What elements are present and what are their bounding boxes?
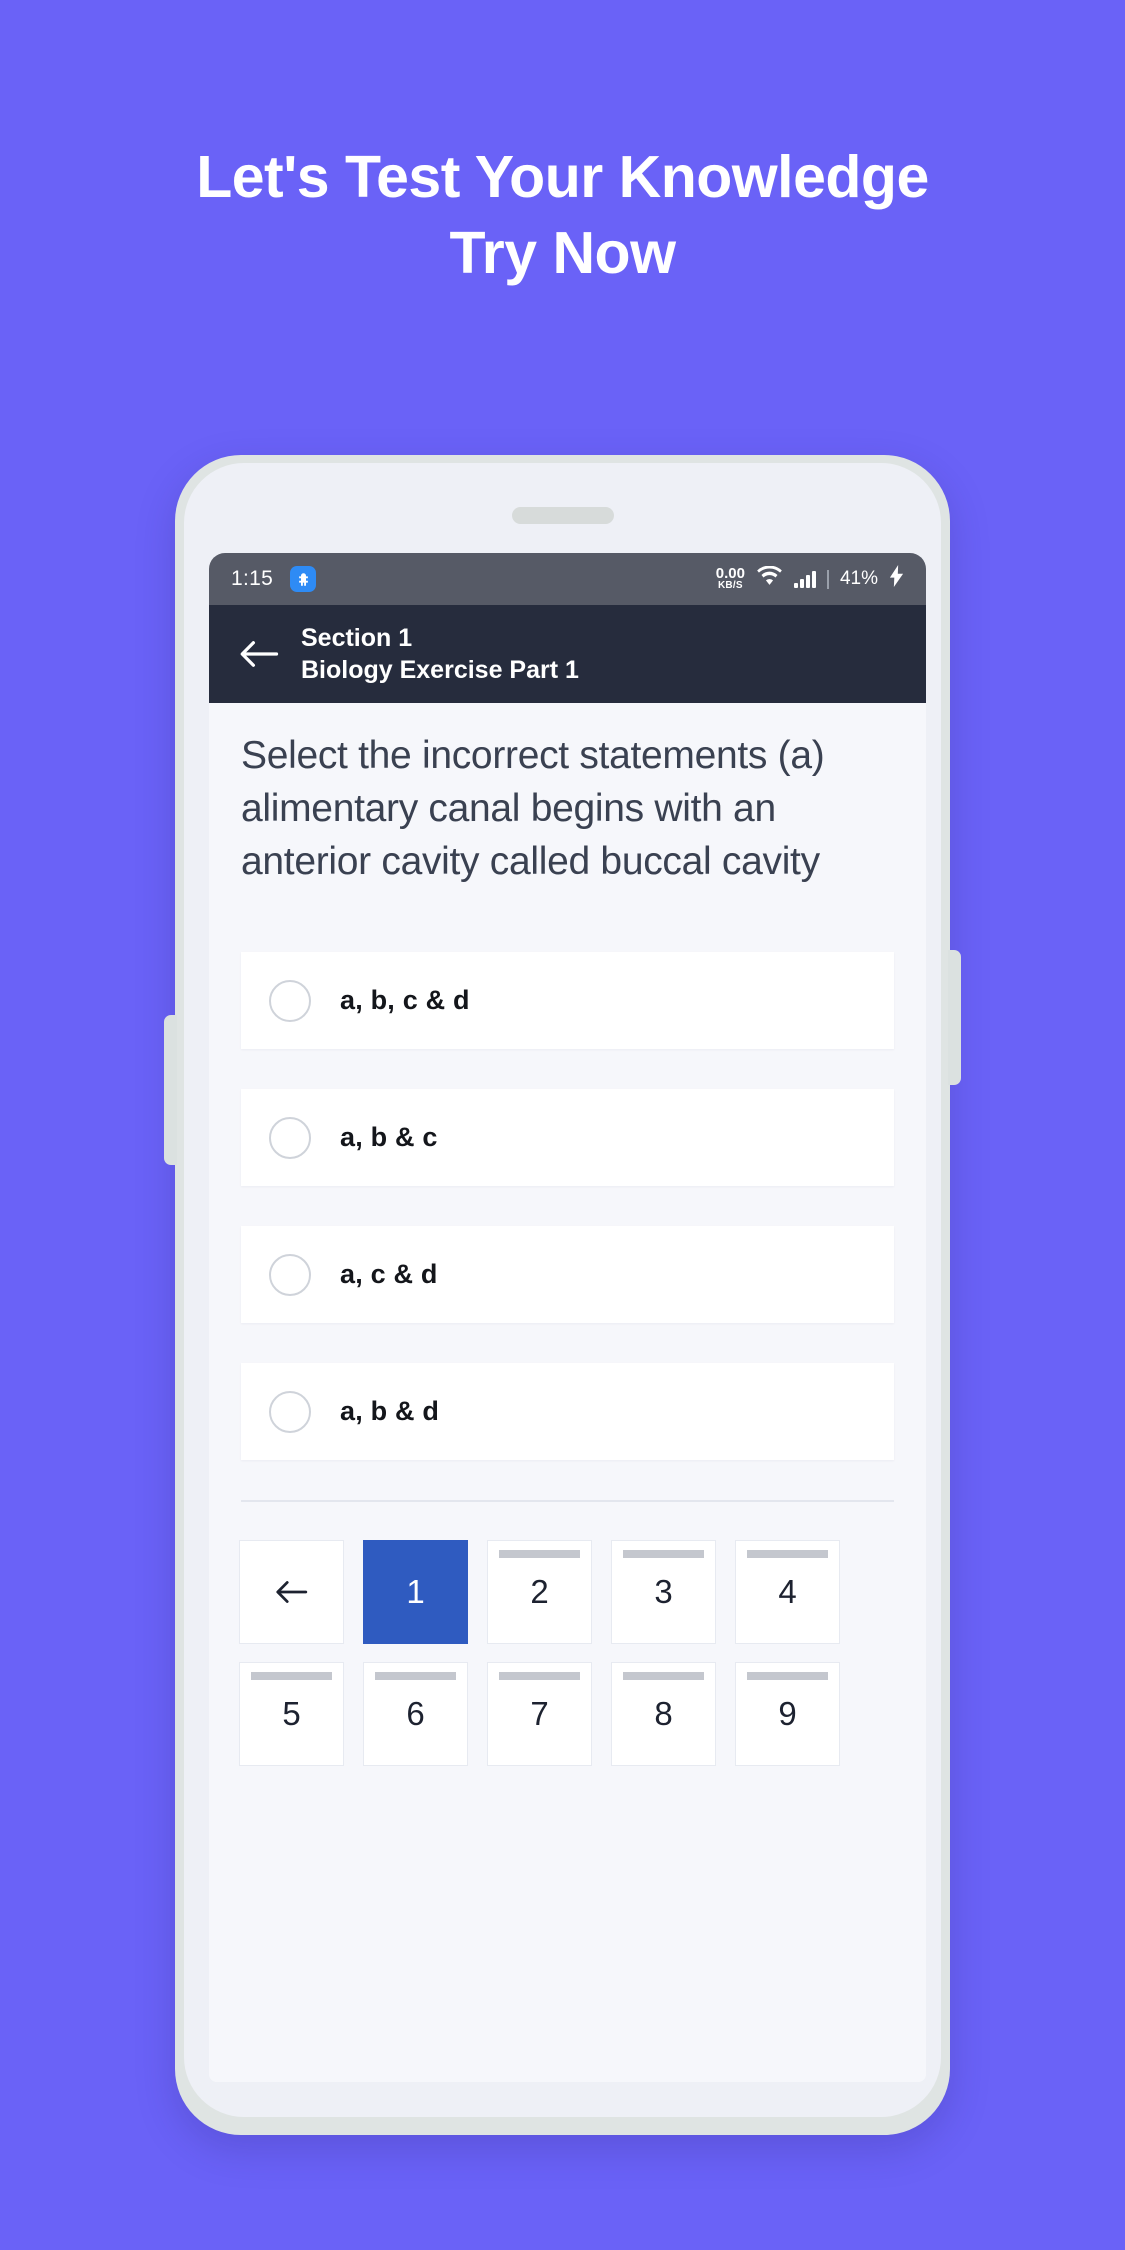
- pagination-page-6[interactable]: 6: [363, 1662, 468, 1767]
- pagination-page-3[interactable]: 3: [611, 1540, 716, 1645]
- pagination-page-5[interactable]: 5: [239, 1662, 344, 1767]
- status-bar-indicators: 0.00 KB/S 41%: [716, 565, 904, 593]
- promo-headline-line1: Let's Test Your Knowledge: [196, 144, 929, 210]
- wifi-icon: [756, 565, 783, 592]
- question-pagination: 1 2 3 4 5 6 7 8 9: [209, 1502, 926, 1767]
- promo-headline: Let's Test Your Knowledge Try Now: [0, 140, 1125, 291]
- volume-button[interactable]: [164, 1015, 177, 1165]
- radio-button-icon[interactable]: [269, 1390, 311, 1433]
- answer-option-label: a, b, c & d: [340, 985, 470, 1016]
- answer-option[interactable]: a, b & d: [241, 1363, 894, 1461]
- phone-screen: 1:15 0.00 KB/S 41% Section 1 Biology Exe…: [209, 553, 926, 2082]
- app-bar-titles: Section 1 Biology Exercise Part 1: [301, 622, 579, 687]
- phone-mockup: 1:15 0.00 KB/S 41% Section 1 Biology Exe…: [164, 455, 961, 2135]
- pagination-page-2[interactable]: 2: [487, 1540, 592, 1645]
- earpiece-speaker-icon: [511, 507, 614, 524]
- phone-body: 1:15 0.00 KB/S 41% Section 1 Biology Exe…: [184, 463, 941, 2117]
- cellular-signal-icon: [793, 570, 816, 588]
- power-button[interactable]: [948, 950, 961, 1085]
- answer-option-label: a, c & d: [340, 1259, 438, 1290]
- app-bar-subtitle: Biology Exercise Part 1: [301, 656, 579, 684]
- app-bar: Section 1 Biology Exercise Part 1: [209, 605, 926, 703]
- answer-options-list: a, b, c & d a, b & c a, c & d a, b & d: [209, 952, 926, 1461]
- app-bar-title: Section 1: [301, 623, 413, 652]
- status-bar-clock: 1:15: [231, 567, 274, 590]
- back-arrow-icon[interactable]: [233, 628, 285, 680]
- quiz-content: Select the incorrect statements (a) alim…: [209, 703, 926, 2082]
- answer-option-label: a, b & d: [340, 1396, 440, 1427]
- network-speed-unit: KB/S: [718, 580, 743, 592]
- pagination-page-9[interactable]: 9: [735, 1662, 840, 1767]
- answer-option[interactable]: a, c & d: [241, 1226, 894, 1324]
- radio-button-icon[interactable]: [269, 1253, 311, 1296]
- question-text: Select the incorrect statements (a) alim…: [241, 734, 825, 884]
- pagination-page-4[interactable]: 4: [735, 1540, 840, 1645]
- pagination-page-1[interactable]: 1: [363, 1540, 468, 1645]
- pagination-prev-button[interactable]: [239, 1540, 344, 1645]
- answer-option[interactable]: a, b, c & d: [241, 952, 894, 1050]
- status-bar-divider: [826, 569, 829, 589]
- app-notification-icon: [290, 566, 317, 592]
- pagination-page-8[interactable]: 8: [611, 1662, 716, 1767]
- charging-bolt-icon: [889, 565, 904, 593]
- answer-option[interactable]: a, b & c: [241, 1089, 894, 1187]
- status-bar: 1:15 0.00 KB/S 41%: [209, 553, 926, 605]
- pagination-page-7[interactable]: 7: [487, 1662, 592, 1767]
- battery-percent-label: 41%: [839, 568, 878, 589]
- radio-button-icon[interactable]: [269, 979, 311, 1022]
- promo-headline-line2: Try Now: [449, 219, 677, 286]
- network-speed-indicator: 0.00 KB/S: [716, 566, 745, 592]
- answer-option-label: a, b & c: [340, 1122, 438, 1153]
- radio-button-icon[interactable]: [269, 1116, 311, 1159]
